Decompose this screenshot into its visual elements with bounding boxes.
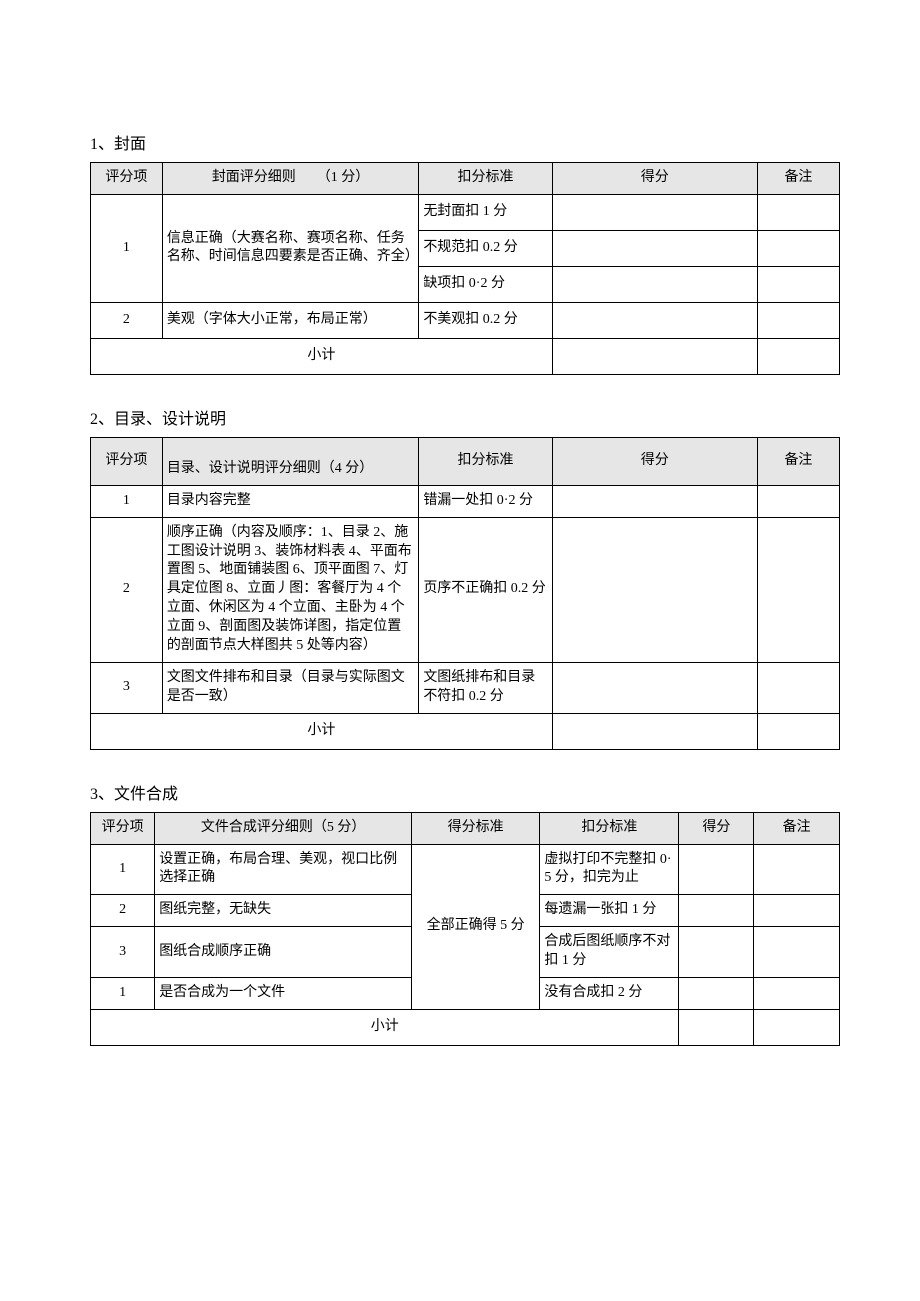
score-cell	[679, 895, 754, 927]
col-header: 得分	[679, 812, 754, 844]
table-header-row: 评分项 文件合成评分细则（5 分） 得分标准 扣分标准 得分 备注	[91, 812, 840, 844]
table-merge: 评分项 文件合成评分细则（5 分） 得分标准 扣分标准 得分 备注 1 设置正确…	[90, 812, 840, 1046]
score-cell	[679, 978, 754, 1010]
subtotal-row: 小计	[91, 1009, 840, 1045]
remark-cell	[757, 485, 839, 517]
col-header: 目录、设计说明评分细则（4 分）	[162, 437, 419, 485]
subtotal-label: 小计	[91, 713, 553, 749]
remark-cell	[754, 1009, 840, 1045]
table-row: 1 信息正确（大赛名称、赛项名称、任务名称、时间信息四要素是否正确、齐全） 无封…	[91, 194, 840, 230]
row-index: 2	[91, 895, 155, 927]
detail-cell: 信息正确（大赛名称、赛项名称、任务名称、时间信息四要素是否正确、齐全）	[162, 194, 419, 302]
col-header: 备注	[757, 437, 839, 485]
std-cell: 每遗漏一张扣 1 分	[540, 895, 679, 927]
score-cell	[552, 485, 757, 517]
row-index: 2	[91, 517, 163, 662]
std-cell: 虚拟打印不完整扣 0·5 分，扣完为止	[540, 844, 679, 895]
table-row: 2 顺序正确（内容及顺序：1、目录 2、施工图设计说明 3、装饰材料表 4、平面…	[91, 517, 840, 662]
score-cell	[552, 194, 757, 230]
std-cell: 缺项扣 0·2 分	[419, 266, 552, 302]
remark-cell	[757, 662, 839, 713]
table-toc: 评分项 目录、设计说明评分细则（4 分） 扣分标准 得分 备注 1 目录内容完整…	[90, 437, 840, 750]
col-header: 文件合成评分细则（5 分）	[155, 812, 412, 844]
detail-cell: 设置正确，布局合理、美观，视口比例选择正确	[155, 844, 412, 895]
remark-cell	[757, 194, 839, 230]
score-cell	[552, 338, 757, 374]
std-cell: 没有合成扣 2 分	[540, 978, 679, 1010]
scorestd-cell: 全部正确得 5 分	[411, 844, 539, 1009]
score-cell	[552, 713, 757, 749]
subtotal-label: 小计	[91, 1009, 679, 1045]
col-header: 得分标准	[411, 812, 539, 844]
row-index: 1	[91, 978, 155, 1010]
col-header: 封面评分细则 （1 分）	[162, 163, 419, 195]
col-header: 评分项	[91, 163, 163, 195]
row-index: 2	[91, 302, 163, 338]
std-cell: 页序不正确扣 0.2 分	[419, 517, 552, 662]
std-cell: 错漏一处扣 0·2 分	[419, 485, 552, 517]
section-title-2: 2、目录、设计说明	[90, 405, 840, 429]
remark-cell	[754, 978, 840, 1010]
detail-cell: 美观（字体大小正常，布局正常）	[162, 302, 419, 338]
remark-cell	[757, 302, 839, 338]
table-cover: 评分项 封面评分细则 （1 分） 扣分标准 得分 备注 1 信息正确（大赛名称、…	[90, 162, 840, 375]
detail-cell: 顺序正确（内容及顺序：1、目录 2、施工图设计说明 3、装饰材料表 4、平面布置…	[162, 517, 419, 662]
col-header: 得分	[552, 163, 757, 195]
score-cell	[552, 230, 757, 266]
remark-cell	[757, 266, 839, 302]
table-header-row: 评分项 封面评分细则 （1 分） 扣分标准 得分 备注	[91, 163, 840, 195]
remark-cell	[754, 895, 840, 927]
subtotal-label: 小计	[91, 338, 553, 374]
col-header: 评分项	[91, 437, 163, 485]
std-cell: 文图纸排布和目录不符扣 0.2 分	[419, 662, 552, 713]
col-header: 备注	[757, 163, 839, 195]
col-header: 扣分标准	[419, 437, 552, 485]
score-cell	[679, 1009, 754, 1045]
row-index: 3	[91, 662, 163, 713]
std-cell: 无封面扣 1 分	[419, 194, 552, 230]
remark-cell	[757, 338, 839, 374]
col-header: 备注	[754, 812, 840, 844]
subtotal-row: 小计	[91, 713, 840, 749]
row-index: 1	[91, 844, 155, 895]
row-index: 3	[91, 927, 155, 978]
row-index: 1	[91, 194, 163, 302]
col-header: 评分项	[91, 812, 155, 844]
detail-cell: 图纸合成顺序正确	[155, 927, 412, 978]
section-title-1: 1、封面	[90, 130, 840, 154]
col-header: 得分	[552, 437, 757, 485]
table-header-row: 评分项 目录、设计说明评分细则（4 分） 扣分标准 得分 备注	[91, 437, 840, 485]
table-row: 1 目录内容完整 错漏一处扣 0·2 分	[91, 485, 840, 517]
col-header: 扣分标准	[419, 163, 552, 195]
remark-cell	[757, 230, 839, 266]
score-cell	[552, 517, 757, 662]
row-index: 1	[91, 485, 163, 517]
detail-cell: 是否合成为一个文件	[155, 978, 412, 1010]
detail-cell: 文图文件排布和目录（目录与实际图文是否一致）	[162, 662, 419, 713]
table-row: 2 美观（字体大小正常，布局正常） 不美观扣 0.2 分	[91, 302, 840, 338]
score-cell	[552, 266, 757, 302]
std-cell: 不规范扣 0.2 分	[419, 230, 552, 266]
remark-cell	[757, 713, 839, 749]
section-title-3: 3、文件合成	[90, 780, 840, 804]
table-row: 1 设置正确，布局合理、美观，视口比例选择正确 全部正确得 5 分 虚拟打印不完…	[91, 844, 840, 895]
remark-cell	[754, 844, 840, 895]
std-cell: 合成后图纸顺序不对扣 1 分	[540, 927, 679, 978]
std-cell: 不美观扣 0.2 分	[419, 302, 552, 338]
remark-cell	[754, 927, 840, 978]
score-cell	[679, 844, 754, 895]
detail-cell: 目录内容完整	[162, 485, 419, 517]
remark-cell	[757, 517, 839, 662]
score-cell	[552, 302, 757, 338]
score-cell	[552, 662, 757, 713]
subtotal-row: 小计	[91, 338, 840, 374]
detail-cell: 图纸完整，无缺失	[155, 895, 412, 927]
score-cell	[679, 927, 754, 978]
table-row: 3 文图文件排布和目录（目录与实际图文是否一致） 文图纸排布和目录不符扣 0.2…	[91, 662, 840, 713]
col-header: 扣分标准	[540, 812, 679, 844]
